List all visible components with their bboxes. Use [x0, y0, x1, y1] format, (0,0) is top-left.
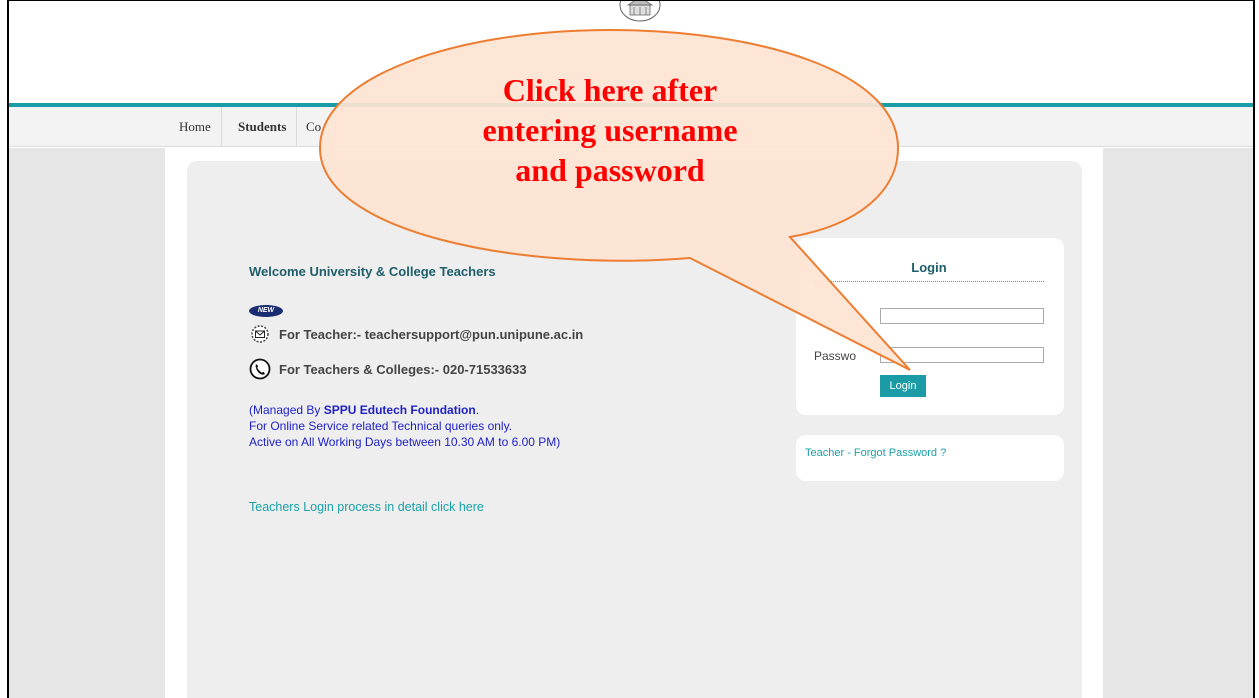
email-contact: For Teacher:- teachersupport@pun.unipune…	[249, 323, 583, 345]
email-icon	[249, 323, 271, 345]
welcome-heading: Welcome University & College Teachers	[249, 264, 496, 279]
login-box: Login Passwo Login	[796, 238, 1064, 415]
callout-line-2: entering username	[482, 112, 738, 148]
nav-colleges[interactable]: Co	[296, 107, 336, 147]
university-logo-icon	[619, 1, 661, 22]
login-button[interactable]: Login	[880, 375, 926, 397]
nav-home[interactable]: Home	[169, 107, 222, 147]
forgot-password-link[interactable]: Teacher - Forgot Password ?	[805, 447, 946, 459]
new-badge-icon: NEW	[249, 305, 283, 317]
phone-icon	[249, 358, 271, 380]
nav-students[interactable]: Students	[228, 107, 298, 147]
password-label: Passwo	[814, 349, 857, 363]
service-hours-line: Active on All Working Days between 10.30…	[249, 435, 561, 449]
email-contact-text: For Teacher:- teachersupport@pun.unipune…	[279, 326, 584, 342]
managed-by-line: (Managed By SPPU Edutech Foundation.	[249, 403, 480, 417]
username-input[interactable]	[880, 308, 1044, 324]
managed-org: SPPU Edutech Foundation	[323, 403, 476, 417]
left-gutter	[9, 148, 165, 698]
forgot-password-box: Teacher - Forgot Password ?	[796, 435, 1064, 481]
phone-contact: For Teachers & Colleges:- 020-71533633	[249, 358, 527, 380]
login-process-link[interactable]: Teachers Login process in detail click h…	[249, 500, 484, 514]
callout-line-3: and password	[515, 152, 705, 188]
phone-contact-text: For Teachers & Colleges:- 020-71533633	[279, 361, 527, 377]
callout-text: Click here after entering username and p…	[380, 70, 840, 190]
right-gutter	[1103, 148, 1253, 698]
service-scope-line: For Online Service related Technical que…	[249, 419, 513, 433]
callout-line-1: Click here after	[502, 72, 718, 108]
login-title: Login	[814, 260, 1044, 282]
service-info: (Managed By SPPU Edutech Foundation. For…	[249, 402, 560, 450]
password-input[interactable]	[880, 347, 1044, 363]
